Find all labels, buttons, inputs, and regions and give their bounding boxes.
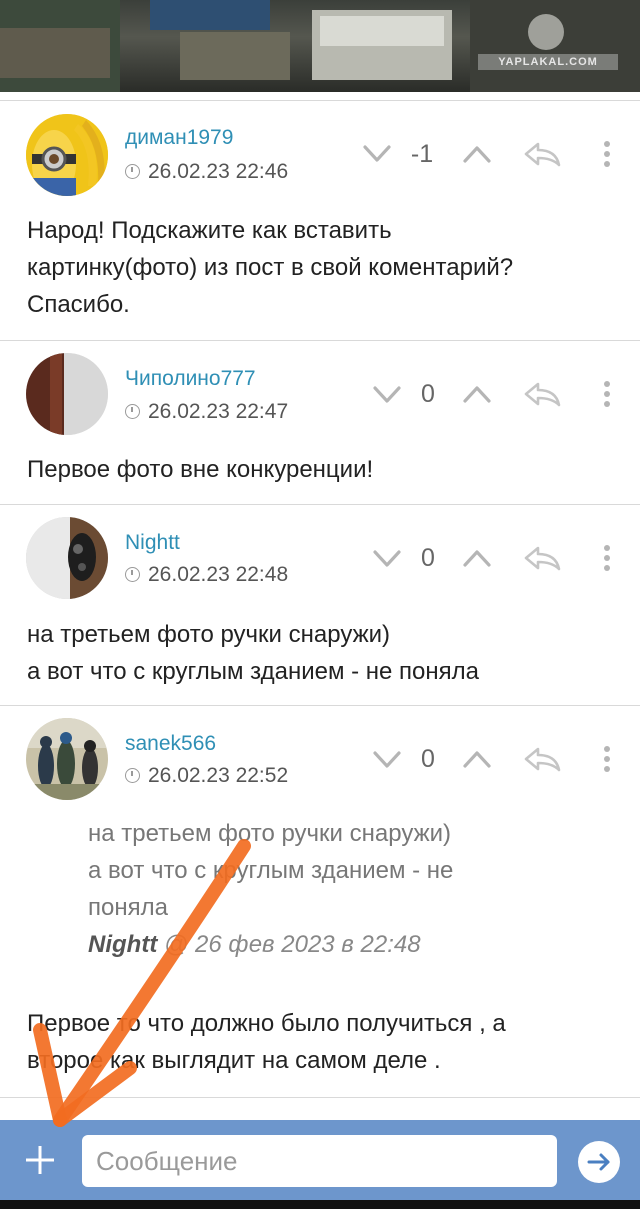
comment-score: -1 xyxy=(410,140,434,168)
timestamp-text: 26.02.23 22:48 xyxy=(148,563,289,586)
comment-text: на третьем фото ручки снаружи) а вот что… xyxy=(27,616,617,690)
reply-icon[interactable] xyxy=(522,544,562,572)
comment-text-line: Первое то что должно было получиться , а xyxy=(27,1010,506,1037)
clock-icon xyxy=(125,404,140,419)
timestamp-text: 26.02.23 22:47 xyxy=(148,400,289,423)
comment-text-line: картинку(фото) из пост в свой коментарий… xyxy=(27,254,514,281)
quote-line: поняла xyxy=(88,894,168,921)
post-image-banner[interactable]: YAPLAKAL.COM xyxy=(0,0,640,92)
comment: Чиполино777 26.02.23 22:47 0 Первое фото… xyxy=(0,340,640,504)
quote-line: а вот что с круглым зданием - не xyxy=(88,857,454,884)
comment-score: 0 xyxy=(421,380,435,408)
comment: sanek566 26.02.23 22:52 0 на третьем фот… xyxy=(0,705,640,1100)
reply-icon[interactable] xyxy=(522,745,562,773)
clock-icon xyxy=(125,567,140,582)
comment-username[interactable]: Nightt xyxy=(125,531,180,555)
avatar[interactable] xyxy=(26,114,108,196)
comment-score: 0 xyxy=(421,544,435,572)
comment-username[interactable]: sanek566 xyxy=(125,732,216,756)
quote-line: на третьем фото ручки снаружи) xyxy=(88,820,452,847)
more-vertical-icon[interactable] xyxy=(602,140,612,170)
comment-score: 0 xyxy=(421,745,435,773)
comment-username[interactable]: Чиполино777 xyxy=(125,367,256,391)
comment: диман1979 26.02.23 22:46 -1 Народ! Подск… xyxy=(0,100,640,340)
comment-timestamp: 26.02.23 22:48 xyxy=(125,563,288,587)
quoted-comment: на третьем фото ручки снаружи) а вот что… xyxy=(88,815,608,963)
comment-text-line: а вот что с круглым зданием - не поняла xyxy=(27,658,479,685)
timestamp-text: 26.02.23 22:52 xyxy=(148,764,289,787)
comment: Nightt 26.02.23 22:48 0 на третьем фото … xyxy=(0,504,640,704)
more-vertical-icon[interactable] xyxy=(602,745,612,775)
comment-text-line: второе как выглядит на самом деле . xyxy=(27,1047,441,1074)
avatar[interactable] xyxy=(26,517,108,599)
vote-down-button[interactable] xyxy=(372,385,402,405)
comment-timestamp: 26.02.23 22:46 xyxy=(125,160,288,184)
plus-icon[interactable] xyxy=(20,1140,60,1180)
timestamp-text: 26.02.23 22:46 xyxy=(148,160,289,183)
message-composer xyxy=(0,1120,640,1200)
comment-text-line: Народ! Подскажите как вставить xyxy=(27,217,392,244)
vote-down-button[interactable] xyxy=(372,750,402,770)
vote-down-button[interactable] xyxy=(372,549,402,569)
comment-timestamp: 26.02.23 22:52 xyxy=(125,764,288,788)
more-vertical-icon[interactable] xyxy=(602,544,612,574)
vote-up-button[interactable] xyxy=(462,384,492,404)
comment-text: Первое фото вне конкуренции! xyxy=(27,451,617,488)
comment-text: Народ! Подскажите как вставить картинку(… xyxy=(27,212,617,323)
vote-down-button[interactable] xyxy=(362,144,392,164)
clock-icon xyxy=(125,768,140,783)
quote-author[interactable]: Nightt xyxy=(88,931,157,958)
avatar[interactable] xyxy=(26,718,108,800)
quote-attribution: Nightt @ 26 фев 2023 в 22:48 xyxy=(88,926,608,963)
comment-text: Первое то что должно было получиться , а… xyxy=(27,1005,617,1079)
comment-text-line: на третьем фото ручки снаружи) xyxy=(27,621,391,648)
system-nav-edge xyxy=(0,1200,640,1209)
send-button[interactable] xyxy=(578,1141,620,1183)
message-input[interactable] xyxy=(82,1135,557,1187)
vote-up-button[interactable] xyxy=(462,749,492,769)
reply-icon[interactable] xyxy=(522,380,562,408)
avatar[interactable] xyxy=(26,353,108,435)
comment-text-line: Спасибо. xyxy=(27,291,130,318)
quote-meta: @ 26 фев 2023 в 22:48 xyxy=(163,931,421,958)
comment-text-line: Первое фото вне конкуренции! xyxy=(27,456,374,483)
watermark: YAPLAKAL.COM xyxy=(478,54,618,70)
vote-up-button[interactable] xyxy=(462,144,492,164)
vote-up-button[interactable] xyxy=(462,548,492,568)
comment-timestamp: 26.02.23 22:47 xyxy=(125,400,288,424)
comment-username[interactable]: диман1979 xyxy=(125,126,233,150)
arrow-right-icon xyxy=(587,1153,610,1171)
clock-icon xyxy=(125,164,140,179)
reply-icon[interactable] xyxy=(522,140,562,168)
more-vertical-icon[interactable] xyxy=(602,380,612,410)
